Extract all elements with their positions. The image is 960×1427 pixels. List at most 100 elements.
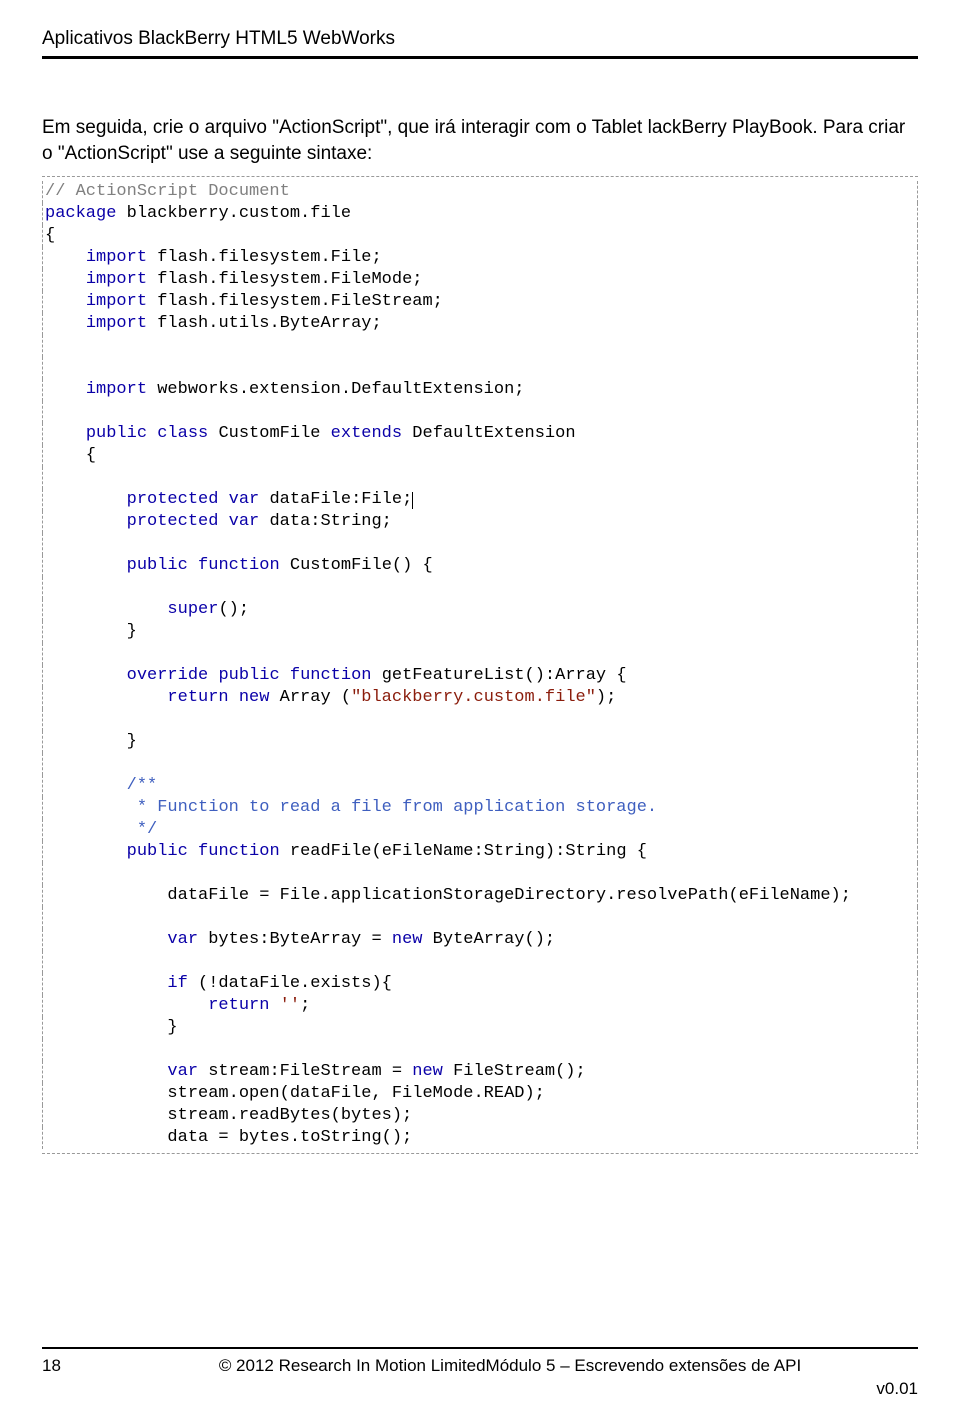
code-text [147, 424, 157, 443]
code-text: FileStream(); [443, 1062, 586, 1081]
code-text: Array ( [269, 688, 351, 707]
header-rule [42, 56, 918, 59]
code-text [45, 380, 86, 399]
code-text: protected [127, 490, 219, 509]
code-text: function [198, 842, 280, 861]
code-text: flash.filesystem.FileStream; [147, 292, 443, 311]
code-text [269, 996, 279, 1015]
code-text [45, 930, 167, 949]
code-text: flash.filesystem.File; [147, 248, 382, 267]
code-text: import [86, 248, 147, 267]
code-text: '' [280, 996, 300, 1015]
code-text: new [239, 688, 270, 707]
code-text [45, 688, 167, 707]
code-text: super [167, 600, 218, 619]
code-text: (!dataFile.exists){ [188, 974, 392, 993]
code-text [45, 996, 208, 1015]
footer-center-text: © 2012 Research In Motion LimitedMódulo … [102, 1355, 918, 1377]
code-text: data = bytes.toString(); [45, 1128, 412, 1147]
code-text: data:String; [259, 512, 392, 531]
code-text [45, 798, 137, 817]
code-text: new [412, 1062, 443, 1081]
code-text: return [208, 996, 269, 1015]
code-text [45, 314, 86, 333]
code-text: public [218, 666, 279, 685]
code-text: "blackberry.custom.file" [351, 688, 596, 707]
code-text [45, 512, 127, 531]
code-text [45, 666, 127, 685]
code-text [208, 666, 218, 685]
code-text: stream:FileStream = [198, 1062, 412, 1081]
code-text: new [392, 930, 423, 949]
code-text: } [45, 732, 137, 751]
code-text: webworks.extension.DefaultExtension; [147, 380, 524, 399]
code-block: // ActionScript Document package blackbe… [42, 176, 918, 1154]
code-text [280, 666, 290, 685]
code-text [45, 842, 127, 861]
code-text: dataFile:File; [259, 490, 412, 509]
code-text: (); [218, 600, 249, 619]
code-text: protected [127, 512, 219, 531]
code-text: } [45, 622, 137, 641]
code-text: public [86, 424, 147, 443]
code-text [218, 490, 228, 509]
footer-version: v0.01 [42, 1379, 918, 1399]
code-text: { [45, 446, 96, 465]
footer-rule [42, 1347, 918, 1349]
code-text: bytes:ByteArray = [198, 930, 392, 949]
code-text: ; [300, 996, 310, 1015]
code-text [45, 820, 137, 839]
code-text: var [167, 1062, 198, 1081]
code-text [45, 292, 86, 311]
code-text [45, 270, 86, 289]
code-text: // ActionScript Document [45, 182, 290, 201]
code-text: dataFile = File.applicationStorageDirect… [45, 886, 851, 905]
code-text [45, 600, 167, 619]
code-text: ); [596, 688, 616, 707]
code-text: if [167, 974, 187, 993]
code-text [218, 512, 228, 531]
code-text: * Function to read a file from applicati… [137, 798, 657, 817]
code-text: CustomFile() { [280, 556, 433, 575]
code-text: public [127, 556, 188, 575]
code-text: getFeatureList():Array { [372, 666, 627, 685]
code-text [45, 424, 86, 443]
code-text: DefaultExtension [402, 424, 575, 443]
code-text [188, 556, 198, 575]
code-text: package [45, 204, 116, 223]
header-title: Aplicativos BlackBerry HTML5 WebWorks [42, 28, 918, 50]
code-text: flash.filesystem.FileMode; [147, 270, 422, 289]
code-text: ByteArray(); [422, 930, 555, 949]
code-text [188, 842, 198, 861]
code-text: var [167, 930, 198, 949]
code-text: function [290, 666, 372, 685]
text-caret [412, 492, 413, 509]
page-number: 18 [42, 1355, 102, 1377]
code-text: { [45, 226, 55, 245]
code-text: override [127, 666, 209, 685]
code-text: */ [137, 820, 157, 839]
code-text [45, 490, 127, 509]
code-text: import [86, 314, 147, 333]
code-text: return [167, 688, 228, 707]
page-footer: 18 © 2012 Research In Motion LimitedMódu… [42, 1347, 918, 1399]
code-text: public [127, 842, 188, 861]
code-text: blackberry.custom.file [116, 204, 351, 223]
code-text: class [157, 424, 208, 443]
code-text: } [45, 1018, 178, 1037]
code-text: CustomFile [208, 424, 330, 443]
code-text [45, 776, 127, 795]
code-text: import [86, 292, 147, 311]
code-text [45, 248, 86, 267]
code-text: import [86, 380, 147, 399]
intro-paragraph: Em seguida, crie o arquivo "ActionScript… [42, 115, 918, 166]
code-text: extends [331, 424, 402, 443]
code-text [45, 556, 127, 575]
code-text: import [86, 270, 147, 289]
code-text: var [229, 512, 260, 531]
code-text: var [229, 490, 260, 509]
code-text: stream.open(dataFile, FileMode.READ); [45, 1084, 545, 1103]
code-text [229, 688, 239, 707]
code-text [45, 974, 167, 993]
code-text [45, 1062, 167, 1081]
